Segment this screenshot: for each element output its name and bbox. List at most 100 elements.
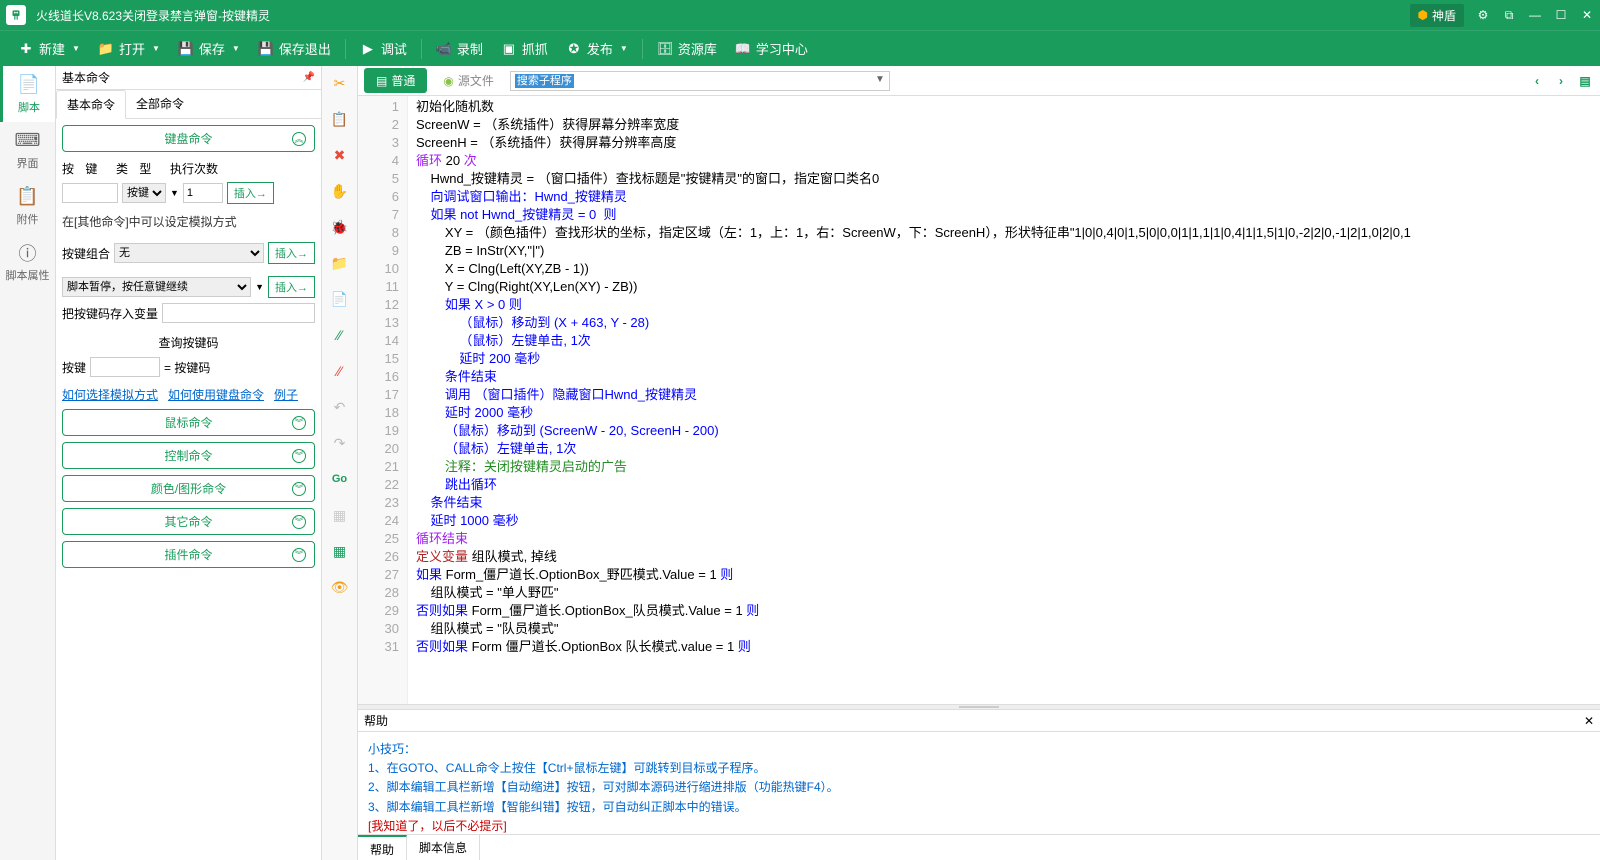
nav-prev-icon[interactable]: ‹ bbox=[1528, 72, 1546, 90]
code-editor[interactable]: 1234567891011121314151617181920212223242… bbox=[358, 96, 1600, 704]
section-plugin[interactable]: 插件命令︾ bbox=[62, 541, 315, 568]
subtab-basic[interactable]: 基本命令 bbox=[56, 90, 126, 119]
menu-record[interactable]: 📹录制 bbox=[428, 35, 491, 62]
tool-format-icon[interactable]: ▦ bbox=[329, 540, 351, 562]
publish-icon: ✪ bbox=[566, 41, 582, 57]
section-mouse[interactable]: 鼠标命令︾ bbox=[62, 409, 315, 436]
record-icon: 📹 bbox=[436, 41, 452, 57]
chevron-down-icon[interactable]: ▼ bbox=[255, 282, 264, 292]
tool-uncomment-icon[interactable]: ⁄⁄ bbox=[329, 360, 351, 382]
left-tab-ui[interactable]: ⌨界面 bbox=[0, 122, 55, 178]
menu-save-exit[interactable]: 💾保存退出 bbox=[250, 35, 339, 62]
menu-save[interactable]: 💾保存▼ bbox=[170, 35, 248, 62]
menu-open[interactable]: 📁打开▼ bbox=[90, 35, 168, 62]
doc-icon: ▤ bbox=[376, 74, 387, 88]
insert-button-2[interactable]: 插入→ bbox=[268, 242, 315, 264]
capture-icon: ▣ bbox=[501, 41, 517, 57]
resource-icon: 🗄 bbox=[657, 41, 673, 57]
tip-line: 3、脚本编辑工具栏新增【智能纠错】按钮，可自动纠正脚本中的错误。 bbox=[368, 798, 1590, 817]
left-tab-script[interactable]: 📄脚本 bbox=[0, 66, 55, 122]
chevron-down-icon: ▼ bbox=[875, 74, 885, 85]
settings-icon[interactable]: ⚙ bbox=[1476, 8, 1490, 22]
bottom-tab-help[interactable]: 帮助 bbox=[358, 835, 407, 860]
shield-icon: ⬢ bbox=[1418, 8, 1428, 22]
left-tab-props[interactable]: ⓘ脚本属性 bbox=[0, 234, 55, 290]
expand-icon: ︾ bbox=[292, 482, 306, 496]
panel-header: 基本命令 📌 bbox=[56, 66, 321, 90]
savevar-input[interactable] bbox=[162, 303, 315, 323]
chevron-down-icon: ▼ bbox=[152, 44, 160, 53]
tool-undo-icon[interactable]: ↶ bbox=[329, 396, 351, 418]
minimize-icon[interactable]: — bbox=[1528, 8, 1542, 22]
chevron-down-icon: ▼ bbox=[620, 44, 628, 53]
left-tab-strip: 📄脚本 ⌨界面 📋附件 ⓘ脚本属性 bbox=[0, 66, 56, 860]
menu-debug[interactable]: ▶调试 bbox=[352, 35, 415, 62]
mode-tab-source[interactable]: ◉源文件 bbox=[435, 68, 502, 93]
chevron-down-icon[interactable]: ▼ bbox=[170, 188, 179, 198]
tool-delete-icon[interactable]: ✖ bbox=[329, 144, 351, 166]
nav-next-icon[interactable]: › bbox=[1552, 72, 1570, 90]
key2-input[interactable] bbox=[90, 357, 160, 377]
tool-hand-icon[interactable]: ✋ bbox=[329, 180, 351, 202]
close-help-icon[interactable]: ✕ bbox=[1584, 714, 1594, 728]
section-other[interactable]: 其它命令︾ bbox=[62, 508, 315, 535]
expand-icon: ︾ bbox=[292, 548, 306, 562]
left-tab-attach[interactable]: 📋附件 bbox=[0, 178, 55, 234]
nav-list-icon[interactable]: ▤ bbox=[1576, 72, 1594, 90]
line-gutter: 1234567891011121314151617181920212223242… bbox=[358, 96, 408, 704]
tool-copy-icon[interactable]: 📋 bbox=[329, 108, 351, 130]
equals-label: = 按键码 bbox=[164, 359, 210, 376]
section-color[interactable]: 颜色/图形命令︾ bbox=[62, 475, 315, 502]
tool-bug-icon[interactable]: 🐞 bbox=[329, 216, 351, 238]
mode-tab-normal[interactable]: ▤普通 bbox=[364, 68, 427, 93]
link-sim-mode[interactable]: 如何选择模拟方式 bbox=[62, 386, 158, 403]
combo-select[interactable]: 无 bbox=[114, 243, 264, 263]
section-keyboard[interactable]: 键盘命令︽ bbox=[62, 125, 315, 152]
expand-icon: ︾ bbox=[292, 515, 306, 529]
maximize-icon[interactable]: ☐ bbox=[1554, 8, 1568, 22]
tool-eye-icon[interactable]: 👁 bbox=[329, 576, 351, 598]
link-keyboard-cmd[interactable]: 如何使用键盘命令 bbox=[168, 386, 264, 403]
tool-comment-icon[interactable]: ⁄⁄ bbox=[329, 324, 351, 346]
form-note: 在[其他命令]中可以设定模拟方式 bbox=[62, 209, 315, 234]
collapse-icon: ︽ bbox=[292, 132, 306, 146]
menu-publish[interactable]: ✪发布▼ bbox=[558, 35, 636, 62]
tip-line: 1、在GOTO、CALL命令上按住【Ctrl+鼠标左键】可跳转到目标或子程序。 bbox=[368, 759, 1590, 778]
key-input[interactable] bbox=[62, 183, 118, 203]
save-exit-icon: 💾 bbox=[258, 41, 274, 57]
editor-area: ▤普通 ◉源文件 搜索子程序 ▼ ‹ › ▤ 12345678910111213… bbox=[358, 66, 1600, 860]
menu-learn[interactable]: 📖学习中心 bbox=[727, 35, 816, 62]
insert-button-3[interactable]: 插入→ bbox=[268, 276, 315, 298]
info-icon: ⓘ bbox=[17, 242, 39, 264]
pin-icon[interactable]: 📌 bbox=[303, 72, 315, 83]
menu-new[interactable]: ✚新建▼ bbox=[10, 35, 88, 62]
window-title: 火线道长V8.623关闭登录禁言弹窗-按键精灵 bbox=[36, 7, 1410, 24]
menu-resource[interactable]: 🗄资源库 bbox=[649, 35, 725, 62]
code-content[interactable]: 初始化随机数ScreenW = （系统插件）获得屏幕分辨率宽度ScreenH =… bbox=[408, 96, 1600, 704]
shield-button[interactable]: ⬢ 神盾 bbox=[1410, 4, 1465, 27]
app-logo-icon bbox=[6, 5, 26, 25]
bottom-tab-info[interactable]: 脚本信息 bbox=[407, 835, 480, 860]
tool-redo-icon[interactable]: ↷ bbox=[329, 432, 351, 454]
search-combo[interactable]: 搜索子程序 ▼ bbox=[510, 71, 890, 91]
insert-button-1[interactable]: 插入→ bbox=[227, 182, 274, 204]
tool-go-button[interactable]: Go bbox=[329, 468, 351, 490]
key-label: 按 键 bbox=[62, 160, 112, 177]
command-panel: 基本命令 📌 基本命令 全部命令 键盘命令︽ 按 键 类 型 执行次数 按键 ▼ bbox=[56, 66, 322, 860]
close-icon[interactable]: ✕ bbox=[1580, 8, 1594, 22]
tool-cut-icon[interactable]: ✂ bbox=[329, 72, 351, 94]
restore2-icon[interactable]: ⧉ bbox=[1502, 8, 1516, 22]
pause-select[interactable]: 脚本暂停，按任意键继续 bbox=[62, 277, 251, 297]
section-control[interactable]: 控制命令︾ bbox=[62, 442, 315, 469]
count-input[interactable] bbox=[183, 183, 223, 203]
tool-paste-icon[interactable]: 📄 bbox=[329, 288, 351, 310]
tool-folder-icon[interactable]: 📁 bbox=[329, 252, 351, 274]
chevron-down-icon: ▼ bbox=[232, 44, 240, 53]
type-select[interactable]: 按键 bbox=[122, 183, 166, 203]
menu-capture[interactable]: ▣抓抓 bbox=[493, 35, 556, 62]
subtab-all[interactable]: 全部命令 bbox=[126, 90, 194, 118]
expand-icon: ︾ bbox=[292, 416, 306, 430]
link-example[interactable]: 例子 bbox=[274, 386, 298, 403]
tip-dismiss[interactable]: [我知道了，以后不必提示] bbox=[368, 817, 1590, 834]
tool-indent-icon[interactable]: ▦ bbox=[329, 504, 351, 526]
